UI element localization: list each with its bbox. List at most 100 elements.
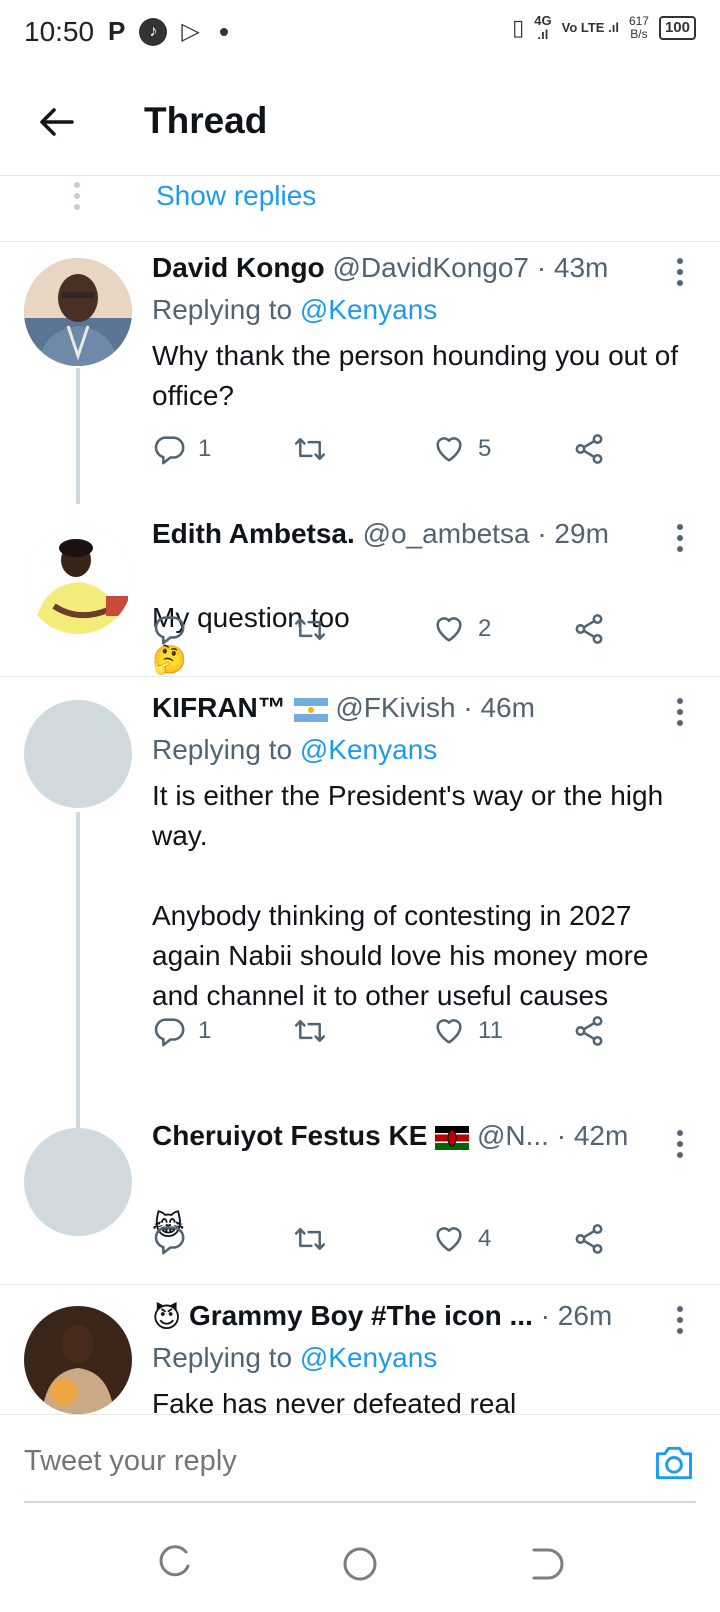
home-nav-icon — [343, 1547, 377, 1581]
author-handle[interactable]: @DavidKongo7 — [332, 252, 529, 283]
reply-button[interactable]: 1 — [152, 1014, 211, 1048]
avatar[interactable] — [24, 526, 132, 634]
tweet[interactable]: Edith Ambetsa. @o_ambetsa · 29m My quest… — [0, 504, 720, 676]
avatar[interactable] — [24, 258, 132, 366]
author-handle[interactable]: @N... — [477, 1120, 549, 1151]
status-time: 10:50 — [24, 16, 95, 47]
more-options-icon[interactable] — [668, 1306, 692, 1339]
retweet-button[interactable] — [292, 612, 340, 646]
retweet-button[interactable] — [292, 432, 340, 466]
tweet[interactable]: Cheruiyot Festus KE @N... · 42m 😹 4 — [0, 1120, 720, 1284]
tweet-reply-input[interactable] — [24, 1445, 584, 1478]
retweet-icon — [294, 618, 326, 640]
more-options-icon[interactable] — [668, 258, 692, 291]
show-replies-row: Show replies — [0, 176, 720, 242]
show-replies-link[interactable]: Show replies — [156, 180, 316, 212]
retweet-icon — [294, 1228, 326, 1250]
avatar[interactable] — [24, 1306, 132, 1414]
tweet[interactable]: KIFRAN™ @FKivish · 46m Replying to @Keny… — [0, 678, 720, 1128]
separator: · — [536, 252, 547, 283]
like-button[interactable]: 4 — [432, 1222, 491, 1256]
collapsed-thread-dots-icon — [74, 182, 80, 215]
tweet-header: Edith Ambetsa. @o_ambetsa · 29m — [152, 518, 660, 550]
thread-line — [76, 368, 80, 504]
separator: · — [463, 692, 473, 723]
separator: · — [540, 1300, 550, 1331]
home-nav-button[interactable] — [340, 1544, 380, 1584]
argentina-flag-icon — [293, 697, 328, 722]
avatar[interactable] — [24, 1128, 132, 1236]
like-button[interactable]: 11 — [432, 1014, 503, 1048]
devil-face-emoji: 😈 — [152, 1302, 182, 1334]
status-system-icons: ▯ 4G .ıl Vo LTE .ıl 617 B/s 100 — [512, 14, 696, 42]
retweet-icon — [294, 1020, 326, 1042]
author-handle[interactable]: @FKivish — [335, 692, 455, 723]
tweet-time: 43m — [553, 252, 609, 283]
page-title: Thread — [144, 100, 268, 141]
thread-divider — [0, 1284, 720, 1285]
more-notifications-dot-icon — [219, 27, 228, 36]
author-name[interactable]: David Kongo — [152, 252, 325, 283]
replying-prefix: Replying to — [152, 294, 293, 325]
tiktok-notification-icon: ♪ — [139, 17, 168, 46]
tweet-actions: 4 — [152, 1222, 632, 1262]
tweet-actions: 1 11 — [152, 1014, 632, 1054]
tweet-time: 46m — [480, 692, 535, 723]
back-nav-button[interactable] — [524, 1544, 564, 1584]
author-name[interactable]: Grammy Boy #The icon ... — [189, 1300, 533, 1331]
like-button[interactable]: 5 — [432, 432, 491, 466]
like-button[interactable]: 2 — [432, 612, 491, 646]
mention-link[interactable]: @Kenyans — [300, 294, 437, 325]
camera-button[interactable] — [652, 1441, 696, 1485]
share-button[interactable] — [572, 432, 606, 466]
recents-nav-button[interactable] — [156, 1544, 196, 1584]
tweet-header: David Kongo @DavidKongo7 · 43m — [152, 252, 660, 284]
share-button[interactable] — [572, 1014, 606, 1048]
tweet-header: Cheruiyot Festus KE @N... · 42m — [152, 1120, 660, 1152]
thread-line — [76, 812, 80, 1128]
like-count: 4 — [478, 1225, 492, 1252]
separator: · — [537, 518, 547, 549]
more-options-icon[interactable] — [668, 524, 692, 557]
author-handle[interactable]: @o_ambetsa — [363, 518, 530, 549]
tweet-header: KIFRAN™ @FKivish · 46m — [152, 692, 660, 724]
tweet[interactable]: David Kongo @DavidKongo7 · 43m Replying … — [0, 242, 720, 504]
avatar[interactable] — [24, 700, 132, 808]
share-button[interactable] — [572, 612, 606, 646]
tweet-time: 26m — [557, 1300, 613, 1331]
replying-to: Replying to @Kenyans — [152, 734, 437, 766]
tweet-text: It is either the President's way or the … — [152, 780, 664, 1011]
battery-icon: 100 — [658, 16, 696, 40]
tweet[interactable]: 😈 Grammy Boy #The icon ... · 26m Replyin… — [0, 1286, 720, 1414]
reply-input-underline — [24, 1501, 696, 1503]
retweet-button[interactable] — [292, 1014, 340, 1048]
mention-link[interactable]: @Kenyans — [300, 1342, 437, 1373]
retweet-button[interactable] — [292, 1222, 340, 1256]
more-options-icon[interactable] — [668, 1130, 692, 1163]
reply-button[interactable] — [152, 612, 198, 646]
back-button[interactable] — [32, 98, 80, 146]
reply-count: 1 — [198, 1017, 212, 1044]
more-options-icon[interactable] — [668, 698, 692, 731]
replying-to: Replying to @Kenyans — [152, 294, 437, 326]
signal-4g-icon: 4G .ıl — [534, 13, 552, 42]
camera-icon — [656, 1446, 692, 1480]
signal-volte-icon: Vo LTE .ıl — [561, 20, 619, 35]
reply-bar — [0, 1414, 720, 1514]
like-icon — [436, 1019, 462, 1044]
reply-button[interactable]: 1 — [152, 432, 211, 466]
status-bar: 10:50 P ♪ ▷ ▯ 4G .ıl Vo LTE .ıl 617 B/s 10… — [0, 0, 720, 68]
author-name[interactable]: KIFRAN™ — [152, 692, 286, 723]
share-button[interactable] — [572, 1222, 606, 1256]
like-count: 11 — [478, 1017, 503, 1044]
kenya-flag-icon — [435, 1125, 470, 1150]
mention-link[interactable]: @Kenyans — [300, 734, 437, 765]
reply-button[interactable] — [152, 1222, 198, 1256]
replying-prefix: Replying to — [152, 734, 293, 765]
tweet-time: 42m — [573, 1120, 629, 1151]
author-name[interactable]: Cheruiyot Festus KE — [152, 1120, 427, 1151]
tweet-text: Fake has never defeated real — [152, 1388, 517, 1414]
reply-icon — [154, 1226, 185, 1255]
vibrate-icon: ▯ — [512, 15, 525, 40]
author-name[interactable]: Edith Ambetsa. — [152, 518, 355, 549]
